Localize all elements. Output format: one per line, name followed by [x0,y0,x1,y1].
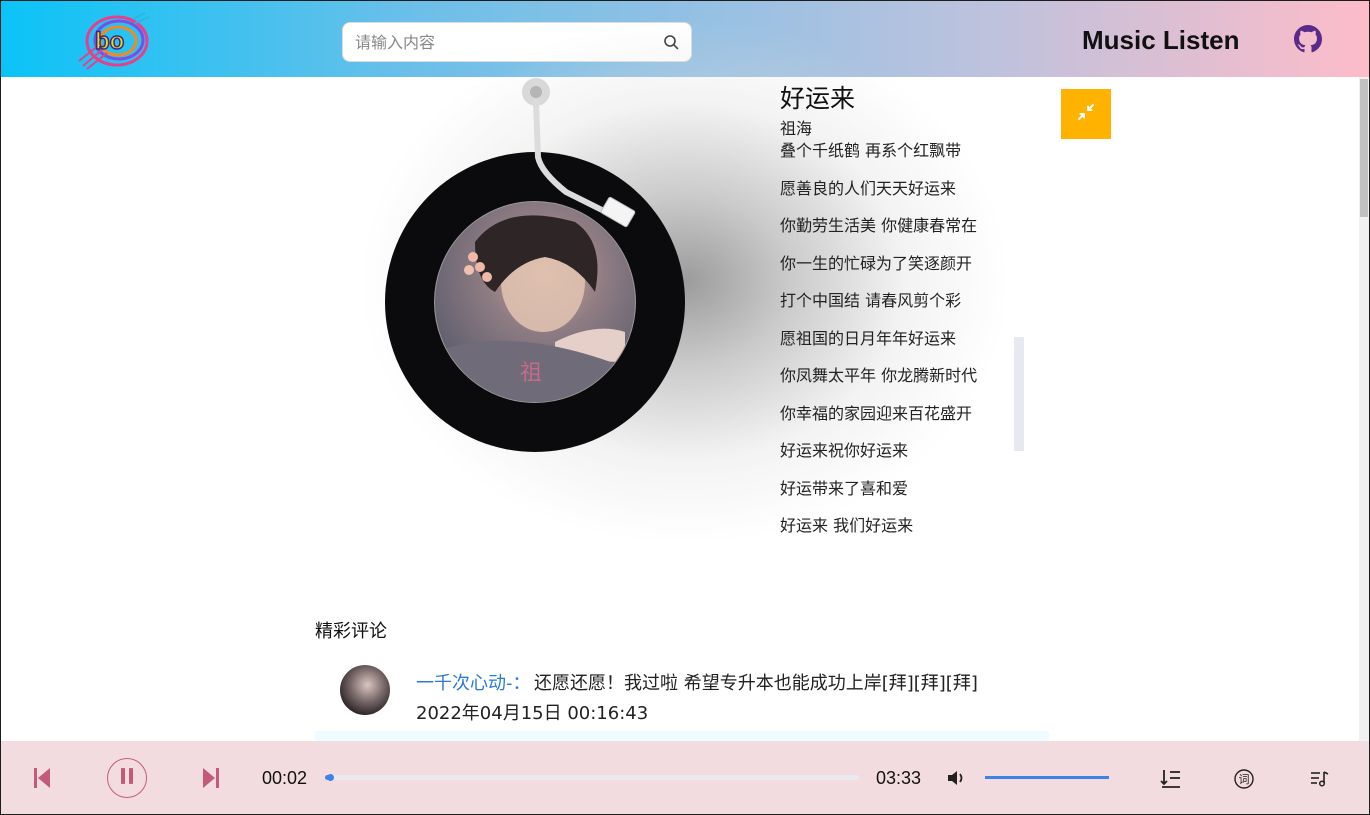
comment-time: 2022年04月15日 00:16:43 [416,703,649,724]
page-scrollbar[interactable] [1359,77,1369,741]
lyric-line: 好运带来了喜和爱 [780,478,909,498]
progress-bar[interactable] [325,774,859,781]
comment-username[interactable]: 一千次心动-： [416,669,531,695]
list-order-icon[interactable] [1159,767,1183,791]
svg-text:祖: 祖 [520,361,542,386]
app-window: bo Music Listen [0,0,1370,815]
lyric-line: 你一生的忙碌为了笑逐颜开 [780,253,973,273]
app-title: Music Listen [1082,25,1240,55]
song-artist: 祖海 [780,119,813,138]
collapse-player-button[interactable] [1061,89,1111,139]
comments-title: 精彩评论 [315,621,387,642]
player-bar: 00:02 03:33 词 [1,741,1369,814]
volume-icon[interactable] [945,767,967,789]
skip-previous-icon[interactable] [31,765,53,791]
lyric-line: 你幸福的家园迎来百花盛开 [780,403,973,423]
logo[interactable]: bo [73,11,153,71]
logo-text: bo [95,28,124,55]
song-title: 好运来 [780,84,856,113]
avatar[interactable] [340,665,390,715]
lyric-line: 愿祖国的日月年年好运来 [780,328,957,348]
volume-slider[interactable] [985,776,1109,779]
playlist-icon[interactable] [1308,767,1332,791]
progress-knob[interactable] [327,774,335,781]
lyric-line: 你勤劳生活美 你健康春常在 [780,216,978,235]
pause-button[interactable] [107,758,147,798]
compress-icon [1076,102,1096,126]
svg-text:词: 词 [1239,773,1250,786]
current-time: 00:02 [262,768,308,788]
pause-icon [119,767,135,789]
volume-fill [985,776,1109,779]
lyric-line: 愿善良的人们天天好运来 [780,178,957,198]
total-time: 03:33 [876,768,922,788]
lyric-line: 你凤舞太平年 你龙腾新时代 [780,366,978,385]
lyric-line: 好运来祝你好运来 [780,441,909,460]
lyric-line: 叠个千纸鹤 再系个红飘带 [780,141,962,160]
lyrics-scrollbar[interactable] [1014,337,1024,451]
lyrics-list: 叠个千纸鹤 再系个红飘带 愿善良的人们天天好运来 你勤劳生活美 你健康春常在 你… [780,142,977,555]
github-icon[interactable] [1294,25,1322,53]
lyric-icon[interactable]: 词 [1232,767,1256,791]
lyric-line: 好运来 我们好运来 [780,516,914,535]
tonearm [511,77,661,237]
lyric-line: 打个中国结 请春风剪个彩 [780,291,962,310]
scrollbar-thumb[interactable] [1360,79,1368,217]
comment-text: 还愿还愿！我过啦 希望专升本也能成功上岸[拜][拜][拜] [534,673,978,694]
skip-next-icon[interactable] [200,765,222,791]
